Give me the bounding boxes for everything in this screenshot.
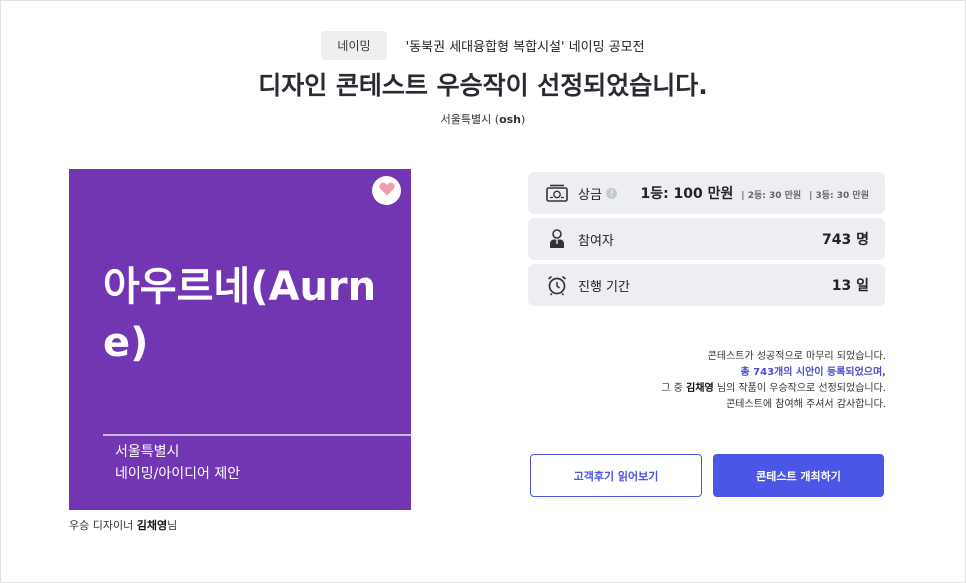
- prize-label-text: 상금: [578, 187, 602, 203]
- host-id: osh: [499, 113, 522, 126]
- designer-prefix: 우승 디자이너: [69, 519, 134, 532]
- alarm-clock-icon: [546, 274, 568, 296]
- participants-card: 참여자 743 명: [528, 218, 885, 260]
- duration-value: 13 일: [831, 278, 869, 294]
- designer-name: 김채영: [136, 519, 168, 532]
- winner-designer: 우승 디자이너 김채영님: [69, 517, 177, 533]
- artwork-client: 서울특별시: [115, 444, 180, 460]
- completion-message: 콘테스트가 성공적으로 마무리 되었습니다. 총 743개의 시안이 등록되었으…: [661, 349, 886, 413]
- help-icon[interactable]: ?: [605, 187, 617, 199]
- artwork-category: 네이밍/아이디어 제안: [115, 466, 241, 482]
- message-line3: 그 중 김채영 님의 작품이 우승작으로 선정되었습니다.: [661, 381, 886, 397]
- message-winner-name: 김채영: [686, 383, 714, 394]
- artwork-title: 아우르네(Aurne): [103, 264, 377, 366]
- host-info: 서울특별시 (osh): [440, 113, 526, 126]
- message-line2: 총 743개의 시안이 등록되었으며,: [740, 367, 886, 378]
- message-line3-suffix: 님의 작품이 우승작으로 선정되었습니다.: [716, 383, 886, 394]
- contest-header: 네이밍 '동북권 세대융합형 복합시설' 네이밍 공모전: [0, 31, 966, 60]
- person-icon: [546, 228, 568, 250]
- duration-card: 진행 기간 13 일: [528, 264, 885, 306]
- host-contest-button[interactable]: 콘테스트 개최하기: [713, 454, 884, 497]
- like-button[interactable]: [372, 176, 401, 205]
- winning-artwork[interactable]: 아우르네(Aurne) 서울특별시 네이밍/아이디어 제안: [69, 169, 411, 510]
- duration-label: 진행 기간: [578, 279, 630, 295]
- page-title: 디자인 콘테스트 우승작이 선정되었습니다.: [258, 71, 708, 100]
- category-badge: 네이밍: [321, 31, 387, 60]
- money-icon: [546, 182, 568, 204]
- read-reviews-button[interactable]: 고객후기 읽어보기: [530, 454, 702, 497]
- prize-third: | 3등: 30 만원: [809, 191, 869, 201]
- prize-first: 1등: 100 만원: [640, 186, 734, 202]
- contest-name: '동북권 세대융합형 복합시설' 네이밍 공모전: [405, 40, 645, 55]
- message-line4: 콘테스트에 참여해 주셔서 감사합니다.: [726, 399, 886, 410]
- host-name: 서울특별시: [440, 113, 492, 126]
- participants-label: 참여자: [578, 233, 614, 249]
- message-line3-prefix: 그 중: [661, 383, 683, 394]
- prize-value: 1등: 100 만원 | 2등: 30 만원 | 3등: 30 만원: [640, 183, 869, 203]
- participants-value: 743 명: [822, 232, 869, 248]
- message-line1: 콘테스트가 성공적으로 마무리 되었습니다.: [707, 351, 886, 362]
- prize-card: 상금 ? 1등: 100 만원 | 2등: 30 만원 | 3등: 30 만원: [528, 172, 885, 214]
- heart-icon: [378, 181, 395, 200]
- designer-suffix: 님: [167, 519, 178, 532]
- artwork-divider: [103, 434, 411, 436]
- prize-label: 상금 ?: [578, 184, 617, 203]
- prize-second: | 2등: 30 만원: [741, 191, 802, 201]
